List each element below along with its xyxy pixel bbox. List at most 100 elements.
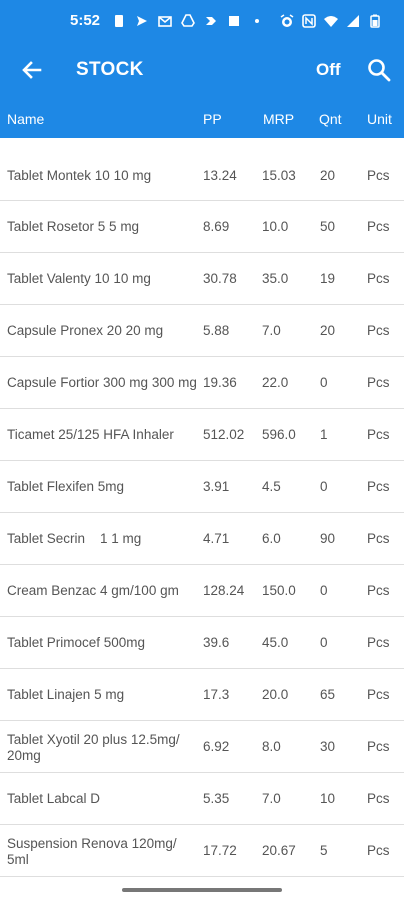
item-mrp: 15.03	[262, 168, 296, 183]
item-name: Tablet Rosetor 5 5 mg	[7, 219, 140, 234]
item-unit: Pcs	[367, 479, 390, 494]
nfc-icon	[302, 14, 316, 28]
item-pp: 30.78	[203, 271, 237, 286]
column-header-unit: Unit	[367, 111, 392, 127]
item-qnt: 50	[320, 219, 336, 234]
item-unit: Pcs	[367, 791, 390, 806]
item-mrp: 22.0	[262, 375, 289, 390]
item-pp: 13.24	[203, 168, 237, 183]
table-row[interactable]: Tablet Flexifen 5mg 3.91 4.5 0 Pcs	[0, 461, 404, 513]
item-unit: Pcs	[367, 843, 390, 858]
item-qnt: 20	[320, 323, 336, 338]
notification-icons	[112, 14, 264, 28]
item-mrp: 4.5	[262, 479, 281, 494]
item-qnt: 10	[320, 791, 336, 806]
square-icon	[229, 16, 239, 26]
table-row[interactable]: Tablet Linajen 5 mg 17.3 20.0 65 Pcs	[0, 669, 404, 721]
item-qnt: 0	[320, 635, 328, 650]
item-pp: 128.24	[203, 583, 245, 598]
page-title: STOCK	[76, 59, 144, 80]
item-pp: 8.69	[203, 219, 230, 234]
item-unit: Pcs	[367, 168, 390, 183]
item-pp: 5.88	[203, 323, 230, 338]
item-name: Capsule Fortior 300 mg 300 mg	[7, 375, 197, 390]
wifi-icon	[324, 16, 338, 27]
table-row[interactable]: Tablet Rosetor 5 5 mg 8.69 10.0 50 Pcs	[0, 201, 404, 253]
off-toggle-button[interactable]: Off	[316, 60, 341, 80]
table-row[interactable]: Cream Benzac 4 gm/100 gm 128.24 150.0 0 …	[0, 565, 404, 617]
item-unit: Pcs	[367, 271, 390, 286]
gmail-icon	[158, 16, 172, 27]
item-pp: 39.6	[203, 635, 230, 650]
item-name: Tablet Linajen 5 mg	[7, 687, 125, 702]
item-mrp: 20.0	[262, 687, 289, 702]
item-name: Tablet Secrin 1 1 mg	[7, 531, 142, 546]
table-row[interactable]: Capsule Fortior 300 mg 300 mg 19.36 22.0…	[0, 357, 404, 409]
status-bar: 5:52	[0, 0, 404, 40]
item-pp: 5.35	[203, 791, 230, 806]
item-unit: Pcs	[367, 583, 390, 598]
table-row[interactable]: Ticamet 25/125 HFA Inhaler 512.02 596.0 …	[0, 409, 404, 461]
item-pp: 17.3	[203, 687, 230, 702]
item-pp: 3.91	[203, 479, 230, 494]
item-pp: 4.71	[203, 531, 230, 546]
search-icon[interactable]	[366, 57, 392, 83]
item-unit: Pcs	[367, 531, 390, 546]
system-icons	[280, 14, 382, 28]
table-row[interactable]: Tablet Valenty 10 10 mg 30.78 35.0 19 Pc…	[0, 253, 404, 305]
item-pp: 19.36	[203, 375, 237, 390]
item-unit: Pcs	[367, 375, 390, 390]
battery-icon	[370, 14, 380, 28]
item-name: Tablet Montek 10 10 mg	[7, 168, 152, 183]
drive-icon	[181, 14, 195, 27]
table-header: Name PP MRP Qnt Unit	[0, 100, 404, 138]
item-pp: 17.72	[203, 843, 237, 858]
column-header-qnt: Qnt	[319, 111, 342, 127]
table-row[interactable]: Tablet Labcal D 5.35 7.0 10 Pcs	[0, 773, 404, 825]
item-unit: Pcs	[367, 739, 390, 754]
item-qnt: 1	[320, 427, 328, 442]
item-mrp: 10.0	[262, 219, 289, 234]
item-unit: Pcs	[367, 323, 390, 338]
table-row[interactable]: Tablet Montek 10 10 mg 13.24 15.03 20 Pc…	[0, 138, 404, 201]
arrow-icon	[206, 17, 216, 25]
item-unit: Pcs	[367, 687, 390, 702]
item-qnt: 90	[320, 531, 336, 546]
item-mrp: 35.0	[262, 271, 289, 286]
item-qnt: 65	[320, 687, 336, 702]
column-header-pp: PP	[203, 111, 222, 127]
item-qnt: 0	[320, 479, 328, 494]
app-bar: STOCK Off	[0, 40, 404, 100]
item-name: Tablet Primocef 500mg	[7, 635, 146, 650]
item-mrp: 150.0	[262, 583, 296, 598]
table-row[interactable]: Tablet Secrin 1 1 mg 4.71 6.0 90 Pcs	[0, 513, 404, 565]
table-row[interactable]: Suspension Renova 120mg/ 5ml 17.72 20.67…	[0, 825, 404, 877]
signal-icon	[347, 15, 359, 27]
item-name: Tablet Valenty 10 10 mg	[7, 271, 151, 286]
table-row[interactable]: Tablet Primocef 500mg 39.6 45.0 0 Pcs	[0, 617, 404, 669]
item-mrp: 7.0	[262, 323, 281, 338]
item-name: Tablet Flexifen 5mg	[7, 479, 125, 494]
back-arrow-icon[interactable]	[18, 56, 46, 84]
item-unit: Pcs	[367, 219, 390, 234]
item-name: Ticamet 25/125 HFA Inhaler	[7, 427, 174, 442]
table-row[interactable]: Capsule Pronex 20 20 mg 5.88 7.0 20 Pcs	[0, 305, 404, 357]
table-row[interactable]: Tablet Xyotil 20 plus 12.5mg/ 20mg 6.92 …	[0, 721, 404, 773]
item-pp: 512.02	[203, 427, 245, 442]
item-mrp: 6.0	[262, 531, 281, 546]
stock-list[interactable]: Tablet Montek 10 10 mg 13.24 15.03 20 Pc…	[0, 138, 404, 878]
item-qnt: 5	[320, 843, 328, 858]
dot-icon	[255, 19, 259, 23]
sim-card-icon	[115, 15, 123, 27]
status-time: 5:52	[70, 12, 101, 29]
item-qnt: 30	[320, 739, 336, 754]
item-name: Tablet Labcal D	[7, 791, 101, 806]
home-gesture-handle[interactable]	[122, 888, 282, 892]
navigation-bar	[0, 878, 404, 900]
item-mrp: 45.0	[262, 635, 289, 650]
column-header-name: Name	[7, 111, 45, 127]
send-icon	[137, 16, 147, 26]
item-name: Cream Benzac 4 gm/100 gm	[7, 583, 179, 598]
item-qnt: 0	[320, 375, 328, 390]
item-mrp: 20.67	[262, 843, 296, 858]
